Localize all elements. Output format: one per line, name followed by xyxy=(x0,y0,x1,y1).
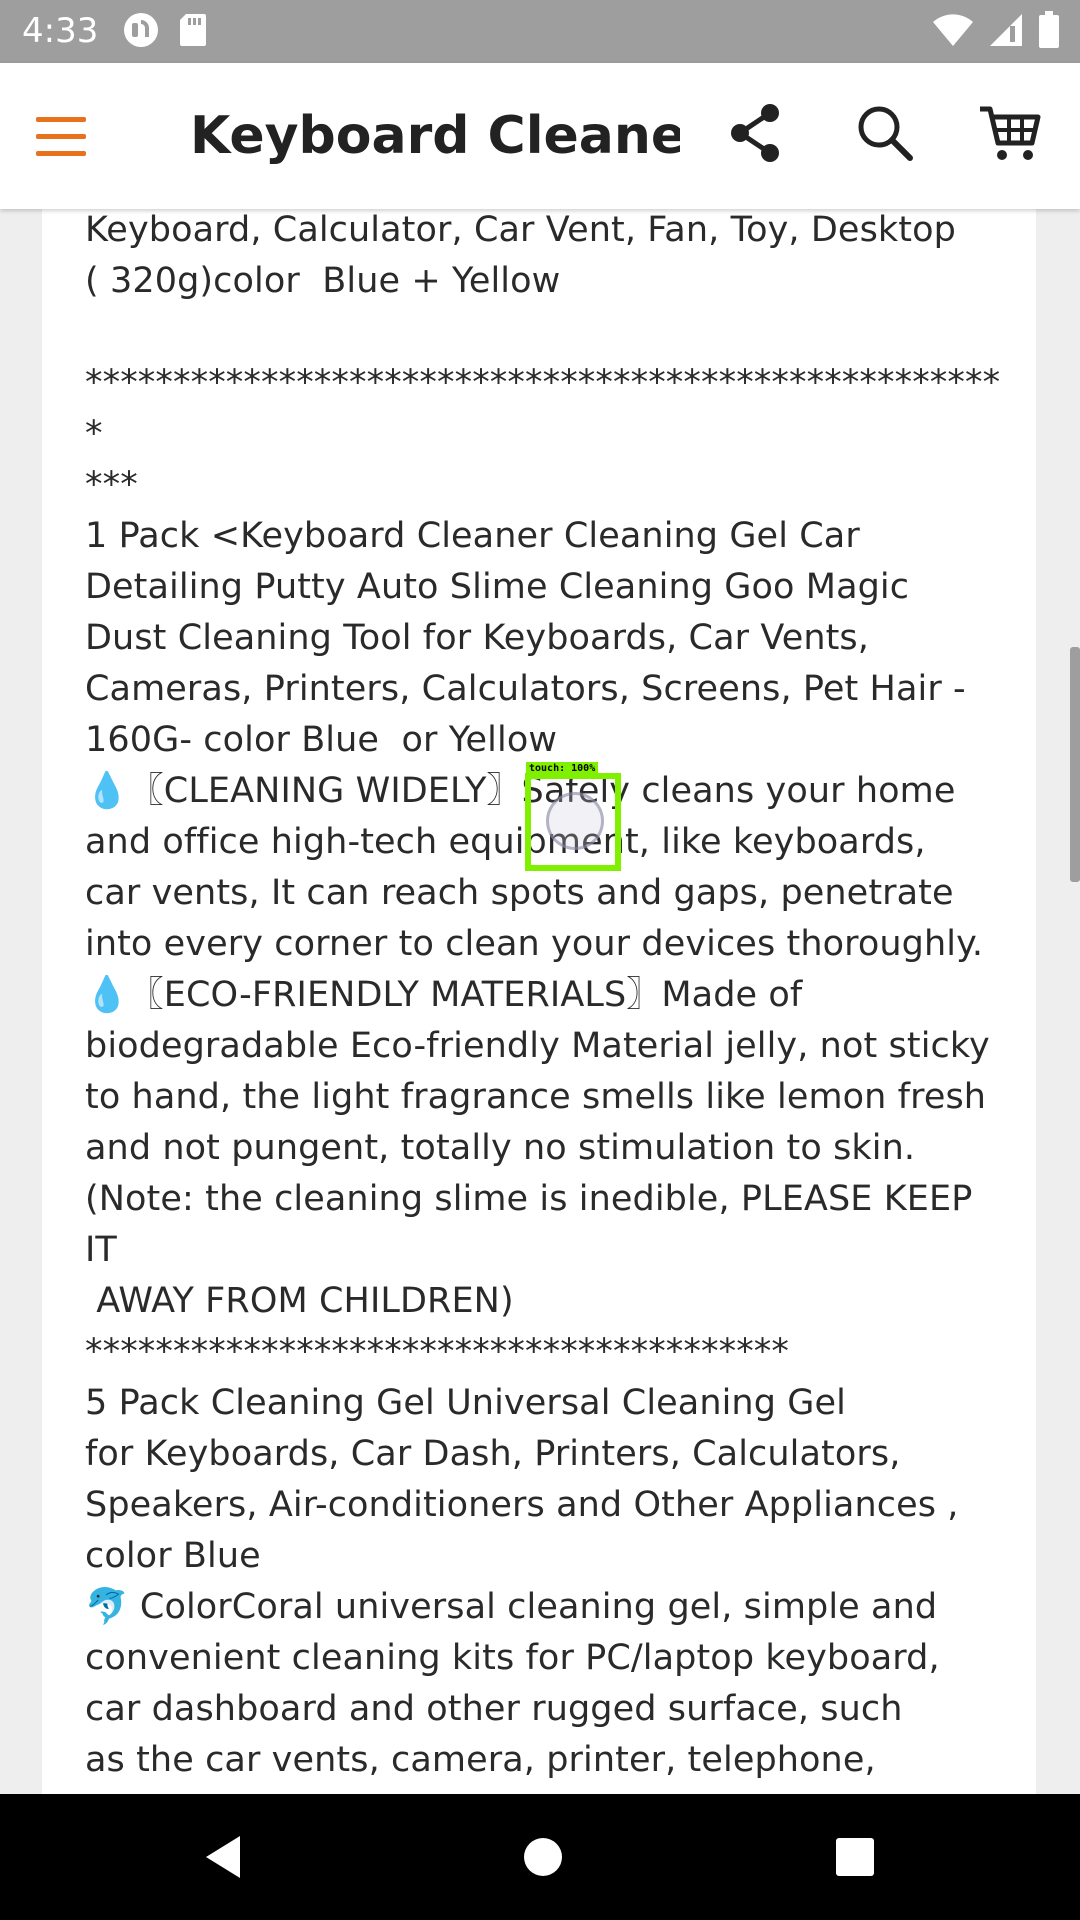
wifi-icon xyxy=(932,12,974,52)
page-title: Keyboard Cleane... xyxy=(190,106,680,166)
app-bar: Keyboard Cleane... xyxy=(0,63,1080,209)
cart-icon xyxy=(978,106,1042,167)
status-right-icons xyxy=(932,11,1060,53)
status-time: 4:33 xyxy=(22,11,99,51)
battery-icon xyxy=(1038,11,1060,53)
cart-button[interactable] xyxy=(978,103,1058,173)
product-description: Keyboard, Calculator, Car Vent, Fan, Toy… xyxy=(85,210,1001,1794)
product-content[interactable]: Keyboard, Calculator, Car Vent, Fan, Toy… xyxy=(0,209,1080,1794)
sd-card-icon xyxy=(178,12,208,52)
menu-button[interactable] xyxy=(36,103,110,173)
search-icon xyxy=(855,106,915,167)
headset-icon xyxy=(122,11,160,53)
status-bar: 4:33 xyxy=(0,0,1080,63)
status-left-icons xyxy=(122,12,208,52)
recents-button[interactable] xyxy=(830,1832,880,1882)
recents-icon xyxy=(830,1838,880,1886)
description-card: Keyboard, Calculator, Car Vent, Fan, Toy… xyxy=(42,209,1036,1794)
scrollbar[interactable] xyxy=(1070,647,1080,882)
home-icon xyxy=(518,1838,568,1886)
back-button[interactable] xyxy=(200,1832,250,1882)
back-icon xyxy=(200,1836,250,1886)
touch-ripple xyxy=(546,792,604,850)
search-button[interactable] xyxy=(855,103,925,173)
share-button[interactable] xyxy=(728,103,798,173)
home-button[interactable] xyxy=(518,1832,568,1882)
menu-icon xyxy=(36,117,90,165)
nav-bar xyxy=(0,1794,1080,1920)
signal-icon xyxy=(988,12,1024,52)
share-icon xyxy=(728,104,784,167)
